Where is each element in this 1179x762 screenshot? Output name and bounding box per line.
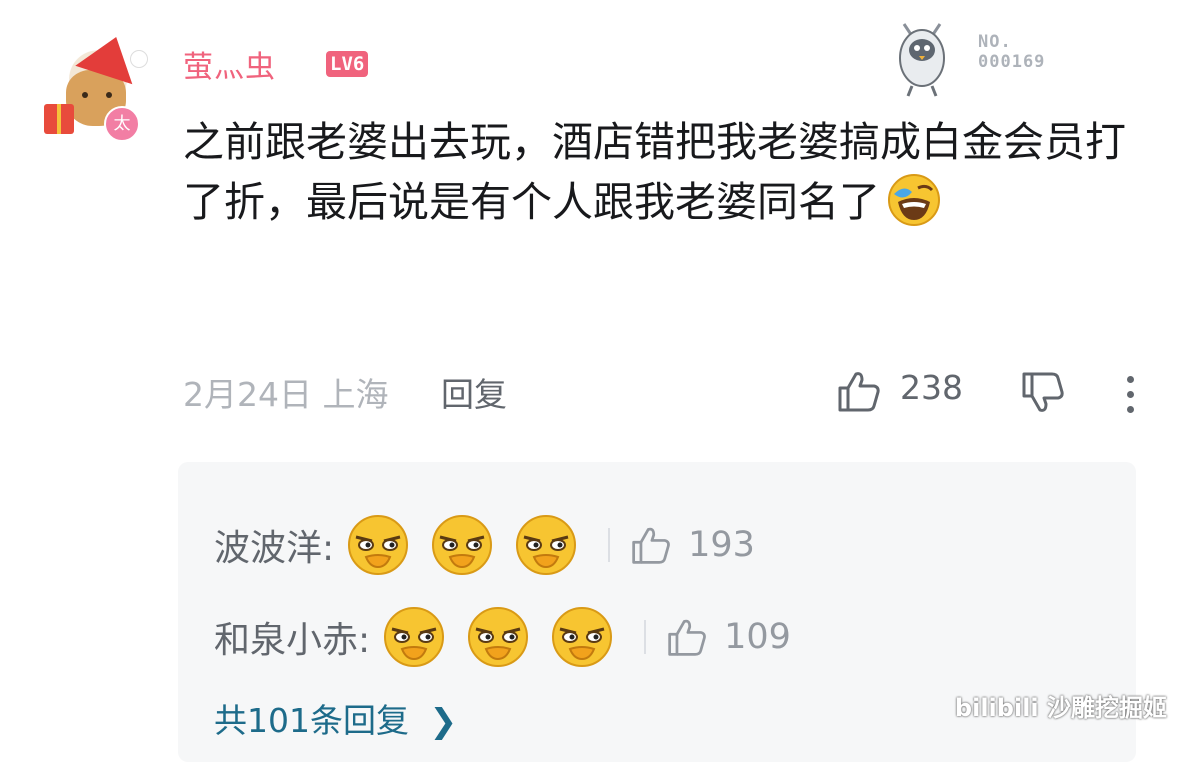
smirk-emoji-icon xyxy=(348,515,409,575)
reply-like-count: 109 xyxy=(724,617,791,657)
thumbs-up-icon[interactable] xyxy=(836,368,882,414)
more-options-icon[interactable] xyxy=(1117,372,1143,416)
thumbs-up-icon[interactable] xyxy=(630,524,672,566)
smirk-emoji-icon xyxy=(384,607,445,667)
thumbs-up-icon[interactable] xyxy=(666,616,708,658)
more-replies-label: 共101条回复 xyxy=(214,701,409,740)
level-badge: LV6 xyxy=(326,51,369,77)
comment-text: 之前跟老婆出去玩，酒店错把我老婆搞成白金会员打了折，最后说是有个人跟我老婆同名了 xyxy=(183,112,1133,232)
gift-icon xyxy=(44,104,74,134)
reply-like-count: 193 xyxy=(688,525,755,565)
like-count: 238 xyxy=(900,368,963,407)
reply-button[interactable]: 回复 xyxy=(441,368,507,416)
avatar[interactable]: 太 xyxy=(44,27,154,146)
comment-body: 之前跟老婆出去玩，酒店错把我老婆搞成白金会员打了折，最后说是有个人跟我老婆同名了 xyxy=(183,118,1126,226)
smirk-emoji-icon xyxy=(516,515,577,575)
santa-hat-pompom xyxy=(130,50,148,68)
username[interactable]: 萤灬虫 xyxy=(183,42,276,86)
laughing-cry-emoji-icon xyxy=(888,174,940,226)
smirk-emoji-icon xyxy=(468,607,529,667)
avatar-badge: 太 xyxy=(104,106,140,142)
smirk-emoji-icon xyxy=(552,607,613,667)
dog-eye-icon xyxy=(106,92,112,98)
more-replies-link[interactable]: 共101条回复 ❯ xyxy=(214,694,457,742)
comment-date: 2月24日 xyxy=(183,375,312,414)
divider xyxy=(608,528,611,562)
comment-meta: 2月24日 上海 xyxy=(183,368,389,416)
reply-item[interactable]: 和泉小赤: 109 xyxy=(214,602,791,672)
watermark: bilibili 沙雕挖掘姬 xyxy=(954,694,1167,722)
comment-location: 上海 xyxy=(322,375,389,414)
reply-username[interactable]: 波波洋: xyxy=(214,519,334,571)
reply-username[interactable]: 和泉小赤: xyxy=(214,611,370,663)
chevron-right-icon: ❯ xyxy=(429,701,458,740)
bird-decoration-icon xyxy=(899,23,945,97)
reply-item[interactable]: 波波洋: 193 xyxy=(214,510,755,580)
dog-eye-icon xyxy=(82,92,88,98)
divider xyxy=(644,620,647,654)
decoration-number: NO. 000169 xyxy=(978,32,1046,72)
thumbs-down-icon[interactable] xyxy=(1020,370,1066,416)
smirk-emoji-icon xyxy=(432,515,493,575)
